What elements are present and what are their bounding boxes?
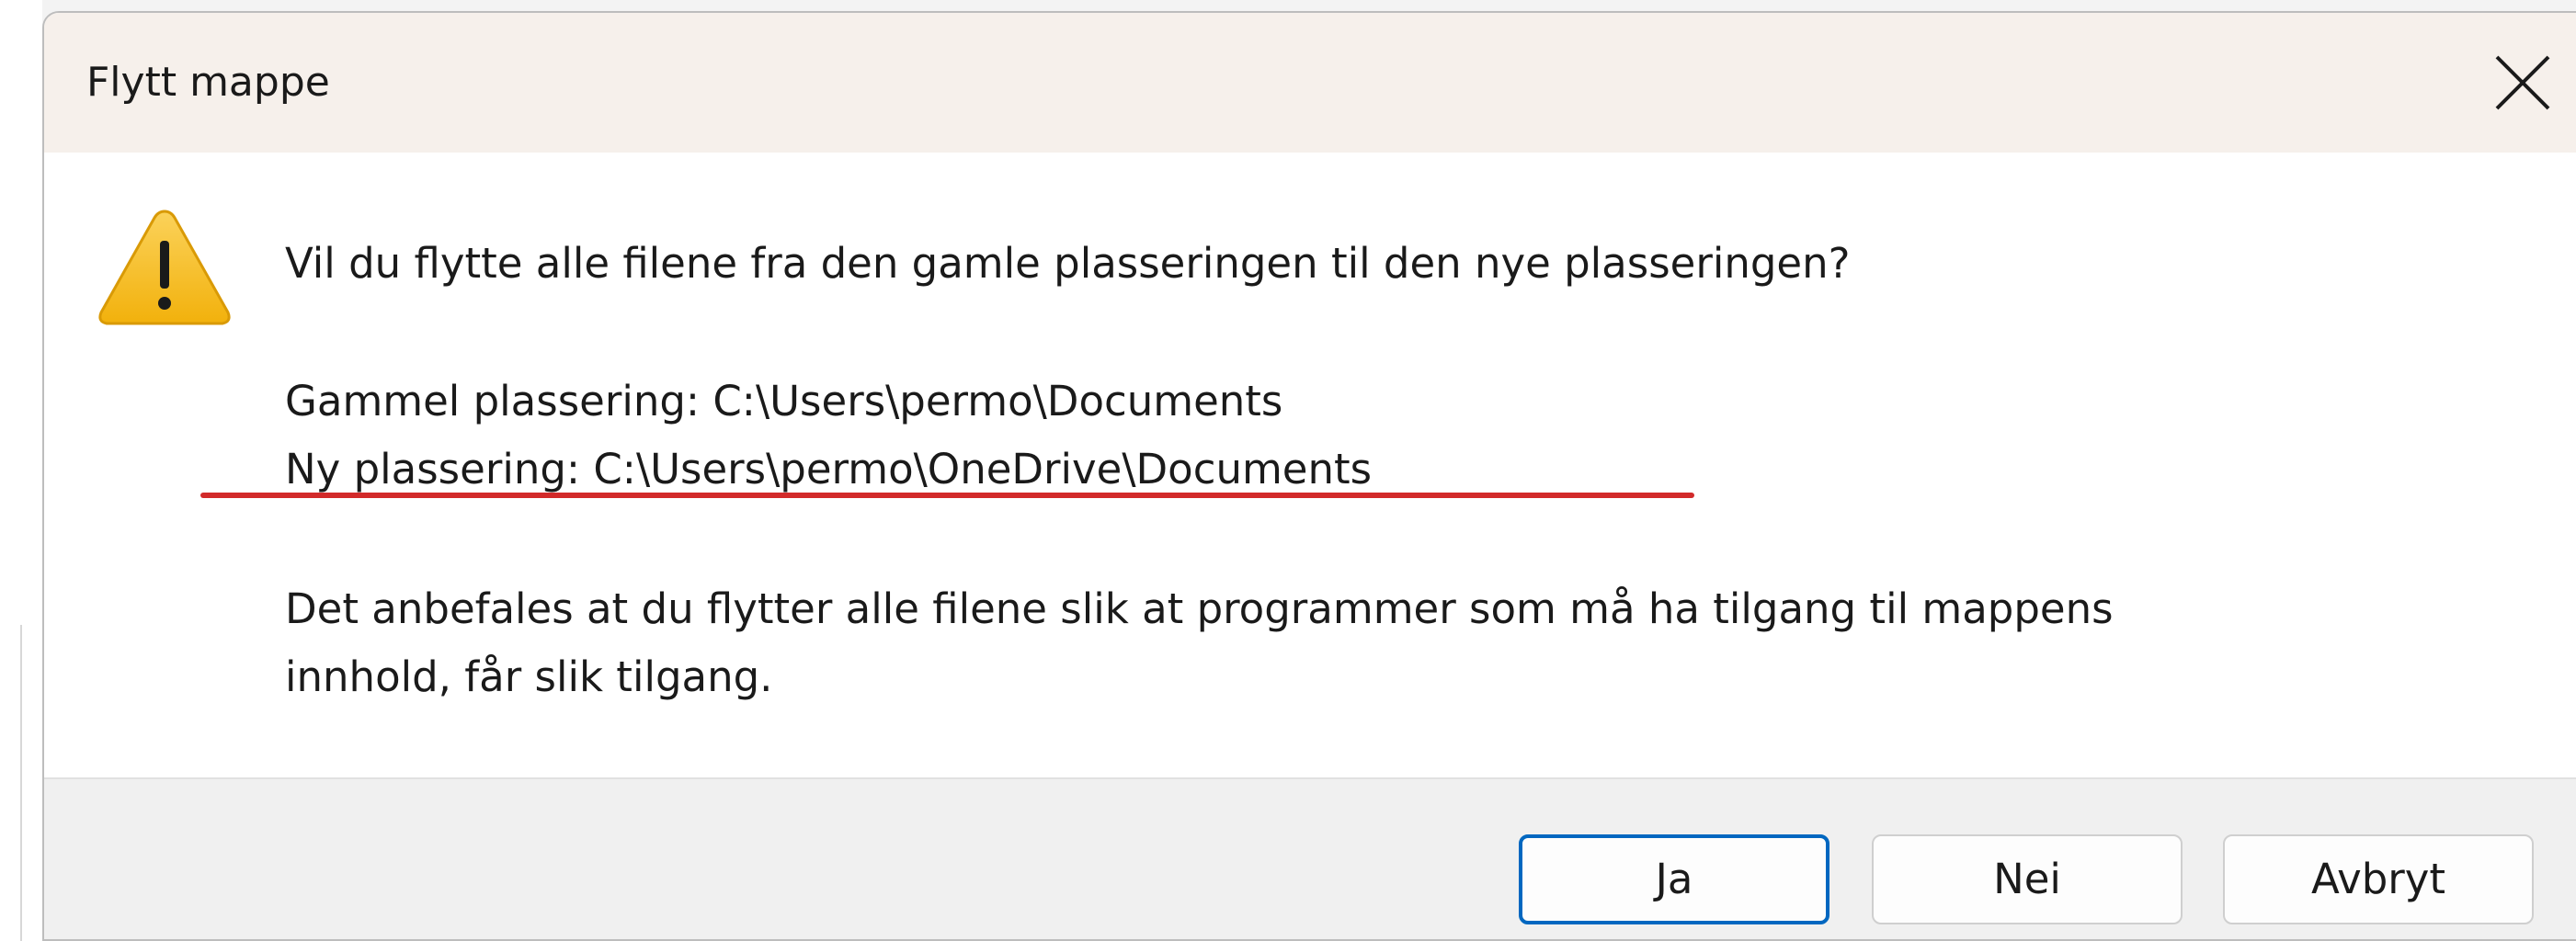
old-location-text: Gammel plassering: C:\Users\permo\Docume… [285,377,1283,425]
warning-triangle-icon [98,210,231,325]
recommendation-text-line2: innhold, får slik tilgang. [285,652,773,701]
dialog-title: Flytt mappe [86,59,330,106]
dialog-button-bar: Ja Nei Avbryt [44,777,2576,939]
dialog-titlebar[interactable]: Flytt mappe [44,13,2576,153]
close-icon [2495,55,2550,110]
dialog-content: Vil du flytte alle filene fra den gamle … [44,153,2576,777]
red-annotation-underline [200,493,1694,498]
background-window-edge [20,625,22,941]
screen: Flytt mappe Vil du flytte alle filene fr… [0,0,2576,941]
yes-button[interactable]: Ja [1519,834,1829,924]
cancel-button[interactable]: Avbryt [2223,834,2534,924]
no-button[interactable]: Nei [1872,834,2183,924]
close-button[interactable] [2449,13,2576,153]
question-text: Vil du flytte alle filene fra den gamle … [285,239,1851,288]
recommendation-text-line1: Det anbefales at du flytter alle filene … [285,584,2114,633]
move-folder-dialog: Flytt mappe Vil du flytte alle filene fr… [42,11,2576,941]
background-window [0,0,42,941]
